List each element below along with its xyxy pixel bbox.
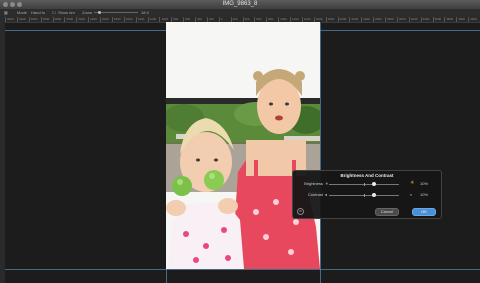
brightness-value: 10% [420,181,429,186]
ruler-tick: 3400 [420,17,430,22]
ruler-tick: 2600 [373,17,382,22]
ruler-tick: 2200 [349,17,359,22]
contrast-value: 10% [420,192,429,197]
show-rim-label: Show rim [58,10,75,15]
layout-icon[interactable]: ▦ [4,10,8,16]
ruler-tick: 3600 [432,17,442,22]
brightness-slider-knob[interactable] [372,182,376,186]
ruler-tick: 3000 [40,17,50,22]
ruler-tick: 4000 [456,17,465,22]
cancel-button[interactable]: Cancel [375,208,399,216]
zoom-slider-knob[interactable] [98,11,101,14]
mode-select[interactable]: Hand to [31,10,45,16]
ruler-tick: 1800 [111,17,121,22]
contrast-high-icon: ◐ [410,192,413,197]
contrast-slider-center-tick [364,194,365,197]
ruler-tick: 2600 [64,17,74,22]
show-rim-checkbox[interactable]: ☐ [52,10,56,16]
zoom-value: 18.9 [141,10,149,15]
ok-button[interactable]: OK [412,208,436,216]
ruler-tick: 3200 [408,17,418,22]
zoom-label: Zoom [82,10,93,15]
brightness-label: Brightness [304,181,323,186]
ruler-tick: 2800 [52,17,62,22]
ruler-tick: 2800 [385,17,394,22]
guide-line-bottom [5,269,480,270]
ruler-tick: 1200 [147,17,157,22]
brightness-contrast-dialog: Brightness And Contrast Brightness ☀ ☀ 1… [292,170,442,219]
mode-label: Mode [17,10,28,15]
ruler-tick: 1600 [123,17,133,22]
photo-illustration [166,22,320,269]
brightness-slider-center-tick [364,183,365,186]
ruler-tick: 3200 [28,17,38,22]
contrast-slider-knob[interactable] [372,193,376,197]
ruler-tick: 2400 [361,17,370,22]
ruler-tick: 2000 [100,17,109,22]
ruler-tick: 3000 [396,17,406,22]
contrast-low-icon: ● [325,192,328,197]
ruler-tick: 2200 [88,17,97,22]
window-title: IMG_9863_8 [222,1,258,7]
ruler-tick: 2400 [76,17,85,22]
gear-icon[interactable]: ⚙ [297,208,304,215]
guide-line-right [320,23,321,283]
ruler-tick: 1400 [135,17,145,22]
ruler-tick: 2000 [337,17,347,22]
contrast-label: Contrast [307,192,323,197]
dialog-title: Brightness And Contrast [340,173,394,178]
ruler-tick: 3400 [16,17,26,22]
ruler-tick: 3800 [444,17,454,22]
ruler-tick: 4200 [468,17,477,22]
ruler-tick: 1800 [325,17,335,22]
photo-image [166,22,320,269]
brightness-high-icon: ☀ [410,180,415,186]
ruler-tick: 3600 [5,17,14,22]
